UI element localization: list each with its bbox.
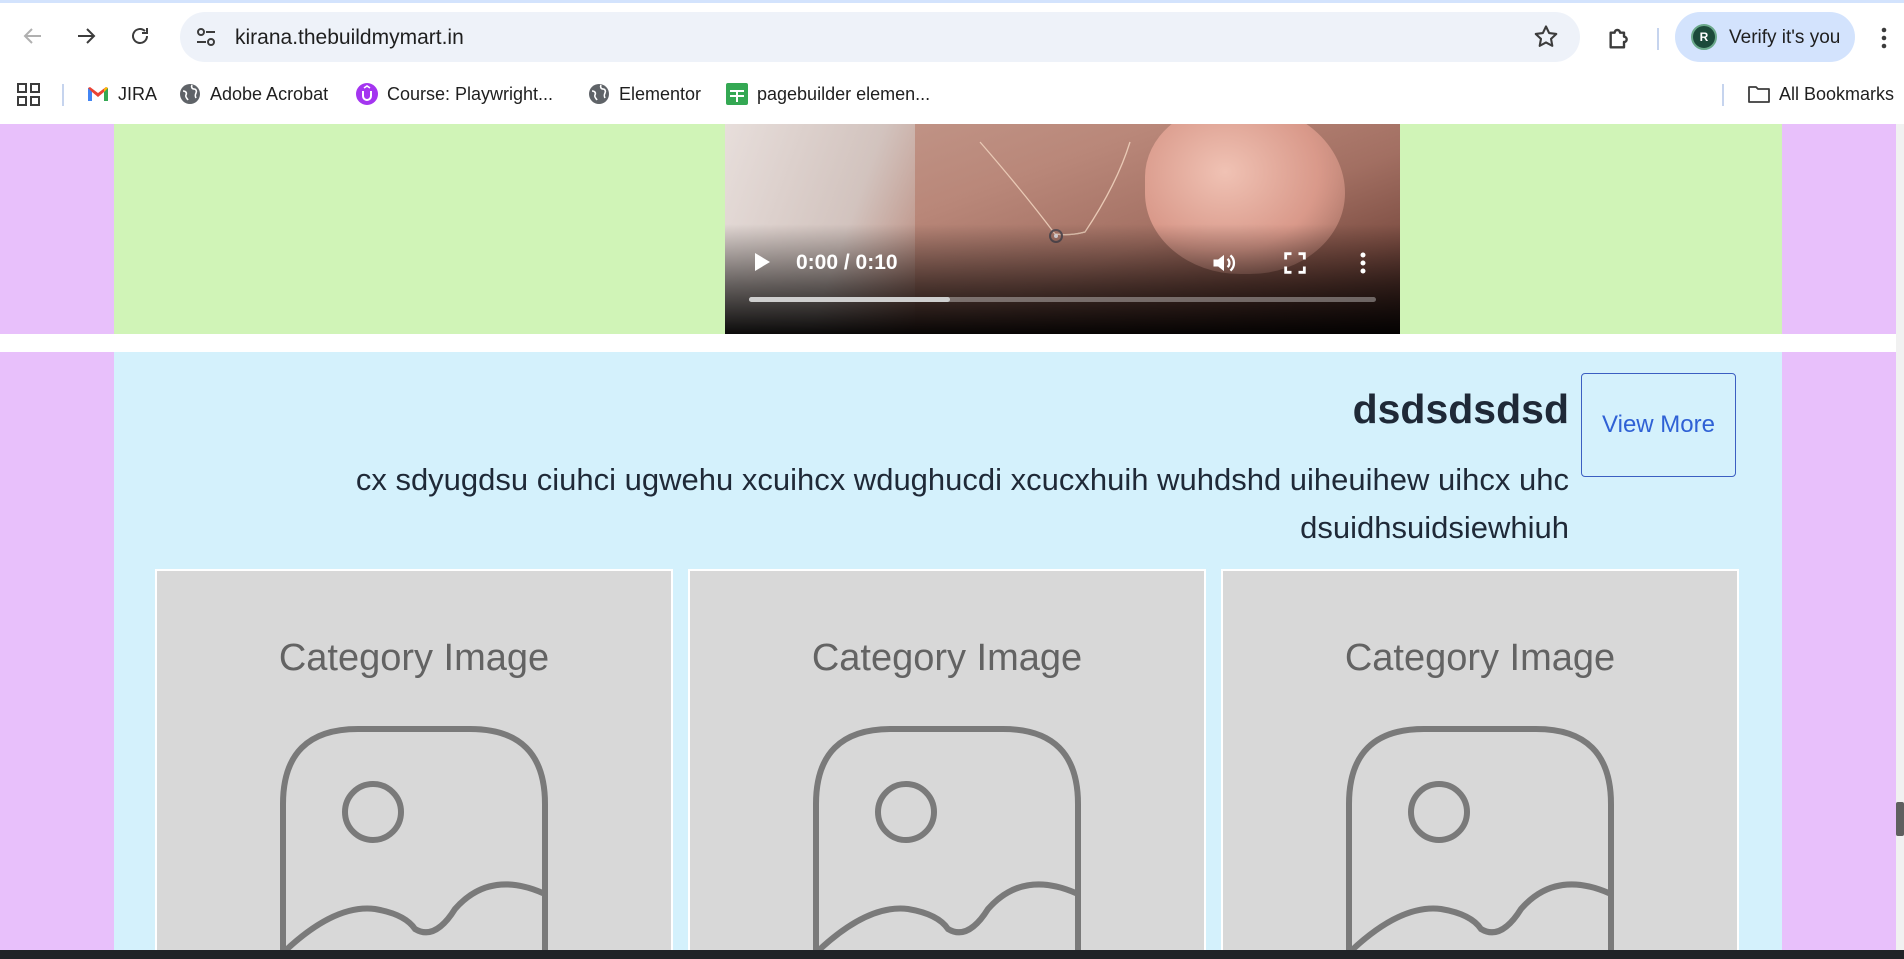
category-card-label: Category Image <box>1344 637 1616 679</box>
section-description: cx sdyugdsu ciuhci ugwehu xcuihcx wdughu… <box>355 462 1569 545</box>
verify-label: Verify it's you <box>1729 27 1841 48</box>
image-placeholder-icon <box>1346 726 1614 950</box>
category-card[interactable]: Category Image <box>1221 569 1739 950</box>
verify-profile-button[interactable]: R Verify it's you <box>1675 12 1855 62</box>
bookmark-label: JIRA <box>118 83 158 104</box>
forward-button[interactable] <box>66 16 106 56</box>
play-icon[interactable] <box>749 250 773 274</box>
page-viewport: 0:00 / 0:10 dsdsdsdsd cx sdyugdsu ciuhci… <box>0 124 1896 950</box>
image-placeholder-icon <box>813 726 1081 950</box>
category-card[interactable]: Category Image <box>688 569 1206 950</box>
udemy-icon <box>356 83 378 105</box>
category-section-inner: dsdsdsdsd cx sdyugdsu ciuhci ugwehu xcui… <box>114 352 1782 950</box>
bookmark-course-playwright[interactable]: Course: Playwright... <box>355 82 553 106</box>
video-player[interactable]: 0:00 / 0:10 <box>725 124 1400 334</box>
view-more-button[interactable]: View More <box>1581 373 1736 477</box>
bookmark-label: Adobe Acrobat <box>210 83 329 104</box>
more-options-icon[interactable] <box>1350 249 1376 277</box>
back-button[interactable] <box>13 16 53 56</box>
category-card-label: Category Image <box>811 637 1083 679</box>
video-time: 0:00 / 0:10 <box>796 251 898 274</box>
all-bookmarks-button[interactable]: All Bookmarks <box>1747 82 1894 106</box>
kebab-menu-icon[interactable] <box>1872 24 1896 52</box>
tab-strip-accent <box>0 0 1904 3</box>
video-section-inner: 0:00 / 0:10 <box>114 124 1782 334</box>
apps-grid-icon[interactable] <box>16 82 42 108</box>
category-section: dsdsdsdsd cx sdyugdsu ciuhci ugwehu xcui… <box>0 352 1896 950</box>
bookmarks-bar: JIRA Adobe Acrobat Course: Playwright...… <box>0 72 1904 116</box>
site-settings-icon[interactable] <box>194 25 218 49</box>
all-bookmarks-label: All Bookmarks <box>1779 83 1895 104</box>
globe-icon <box>589 84 609 104</box>
bookmark-pagebuilder[interactable]: pagebuilder elemen... <box>725 82 930 106</box>
category-card-label: Category Image <box>278 637 550 679</box>
bookmarks-divider <box>62 84 64 106</box>
fullscreen-icon[interactable] <box>1281 249 1309 277</box>
section-title: dsdsdsdsd <box>1352 386 1569 432</box>
back-arrow-icon <box>23 28 41 44</box>
bookmark-adobe-acrobat[interactable]: Adobe Acrobat <box>178 82 328 106</box>
video-controls-overlay <box>725 224 1400 334</box>
extensions-puzzle-icon[interactable] <box>1604 22 1636 54</box>
browser-toolbar: kirana.thebuildmymart.in R Verify it's y… <box>0 10 1904 66</box>
bookmark-label: Course: Playwright... <box>387 83 554 104</box>
address-bar[interactable]: kirana.thebuildmymart.in <box>180 12 1580 62</box>
forward-arrow-icon <box>78 28 96 44</box>
category-card[interactable]: Category Image <box>155 569 673 950</box>
globe-icon <box>180 84 200 104</box>
bookmark-star-icon[interactable] <box>1532 23 1560 51</box>
gmail-icon <box>88 87 108 101</box>
scrollbar-thumb[interactable] <box>1896 802 1904 836</box>
sheets-icon <box>726 83 748 105</box>
os-taskbar-edge <box>0 950 1904 959</box>
volume-icon[interactable] <box>1210 249 1238 277</box>
folder-icon <box>1748 86 1770 103</box>
bookmark-label: pagebuilder elemen... <box>757 83 931 104</box>
video-progress-bar[interactable] <box>749 297 1376 302</box>
browser-chrome: kirana.thebuildmymart.in R Verify it's y… <box>0 0 1904 124</box>
bookmark-label: Elementor <box>619 83 702 104</box>
toolbar-divider <box>1657 28 1659 50</box>
reload-icon <box>132 28 148 44</box>
image-placeholder-icon <box>280 726 548 950</box>
bookmark-jira[interactable]: JIRA <box>86 82 157 106</box>
video-progress-fill <box>749 297 950 302</box>
bookmark-elementor[interactable]: Elementor <box>587 82 701 106</box>
video-section: 0:00 / 0:10 <box>0 124 1896 334</box>
bookmarks-divider <box>1722 84 1724 106</box>
url-text[interactable]: kirana.thebuildmymart.in <box>235 26 464 50</box>
avatar: R <box>1691 24 1717 50</box>
reload-button[interactable] <box>120 16 160 56</box>
